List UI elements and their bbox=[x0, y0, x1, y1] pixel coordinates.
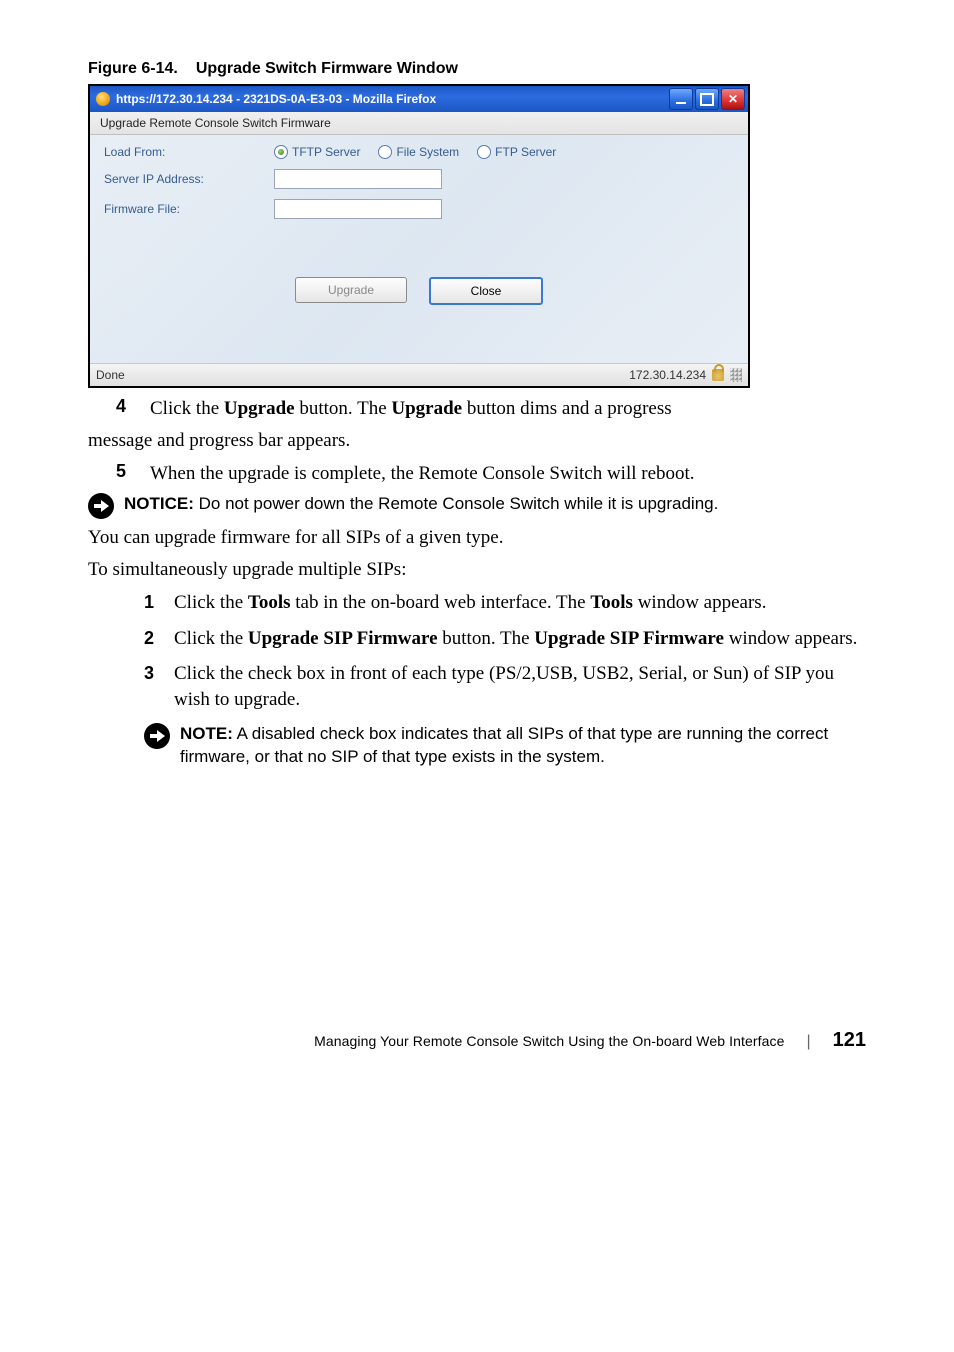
page-number: 121 bbox=[833, 1029, 866, 1052]
list-number: 3 bbox=[144, 661, 174, 712]
radio-dot-icon bbox=[274, 145, 288, 159]
figure-label: Figure 6-14. bbox=[88, 60, 178, 77]
radio-dot-icon bbox=[378, 145, 392, 159]
firefox-icon bbox=[96, 92, 110, 106]
minimize-button[interactable] bbox=[669, 88, 693, 110]
resize-grip-icon[interactable] bbox=[730, 368, 742, 382]
upgrade-button[interactable]: Upgrade bbox=[295, 277, 407, 303]
lock-icon bbox=[712, 369, 724, 381]
step-text: When the upgrade is complete, the Remote… bbox=[150, 461, 695, 487]
note-body: A disabled check box indicates that all … bbox=[180, 724, 828, 766]
maximize-button[interactable] bbox=[695, 88, 719, 110]
notice-text: NOTICE: Do not power down the Remote Con… bbox=[124, 493, 718, 516]
list-item-text: Click the check box in front of each typ… bbox=[174, 661, 866, 712]
footer-separator: | bbox=[806, 1033, 810, 1051]
radio-filesystem[interactable]: File System bbox=[378, 145, 459, 159]
firmware-file-label: Firmware File: bbox=[104, 202, 274, 216]
status-bar: Done 172.30.14.234 bbox=[90, 363, 748, 386]
footer-text: Managing Your Remote Console Switch Usin… bbox=[314, 1033, 784, 1049]
status-text: Done bbox=[96, 368, 125, 382]
load-from-label: Load From: bbox=[104, 145, 274, 159]
note-arrow-icon bbox=[144, 723, 170, 749]
close-window-button[interactable]: ✕ bbox=[721, 88, 745, 110]
notice-arrow-icon bbox=[88, 493, 114, 519]
radio-ftp-label: FTP Server bbox=[495, 145, 556, 159]
radio-dot-icon bbox=[477, 145, 491, 159]
note-text: NOTE: A disabled check box indicates tha… bbox=[180, 723, 866, 769]
step-text: Click the Upgrade button. The Upgrade bu… bbox=[150, 396, 672, 422]
window-titlebar: https://172.30.14.234 - 2321DS-0A-E3-03 … bbox=[90, 86, 748, 112]
list-number: 1 bbox=[144, 590, 174, 616]
radio-tftp-label: TFTP Server bbox=[292, 145, 360, 159]
list-item-text: Click the Upgrade SIP Firmware button. T… bbox=[174, 626, 857, 652]
status-ip: 172.30.14.234 bbox=[629, 368, 706, 382]
figure-caption: Figure 6-14. Upgrade Switch Firmware Wind… bbox=[88, 60, 866, 78]
radio-tftp[interactable]: TFTP Server bbox=[274, 145, 360, 159]
server-ip-label: Server IP Address: bbox=[104, 172, 274, 186]
step-number: 5 bbox=[116, 461, 150, 482]
dialog-subheader: Upgrade Remote Console Switch Firmware bbox=[90, 112, 748, 135]
paragraph: You can upgrade firmware for all SIPs of… bbox=[88, 525, 866, 551]
close-button[interactable]: Close bbox=[429, 277, 543, 305]
notice-body: Do not power down the Remote Console Swi… bbox=[194, 494, 718, 513]
paragraph: To simultaneously upgrade multiple SIPs: bbox=[88, 557, 866, 583]
step-number: 4 bbox=[116, 396, 150, 417]
notice-label: NOTICE: bbox=[124, 494, 194, 513]
firmware-file-input[interactable] bbox=[274, 199, 442, 219]
window-title: https://172.30.14.234 - 2321DS-0A-E3-03 … bbox=[116, 92, 669, 106]
figure-title: Upgrade Switch Firmware Window bbox=[196, 60, 458, 77]
dialog-body: Load From: TFTP Server File System FTP S… bbox=[90, 135, 748, 363]
radio-filesystem-label: File System bbox=[396, 145, 459, 159]
step-continuation: message and progress bar appears. bbox=[88, 428, 866, 454]
firmware-dialog: https://172.30.14.234 - 2321DS-0A-E3-03 … bbox=[88, 84, 750, 388]
note-label: NOTE: bbox=[180, 724, 233, 743]
list-number: 2 bbox=[144, 626, 174, 652]
page-footer: Managing Your Remote Console Switch Usin… bbox=[88, 1029, 866, 1052]
radio-ftp[interactable]: FTP Server bbox=[477, 145, 556, 159]
list-item-text: Click the Tools tab in the on-board web … bbox=[174, 590, 766, 616]
server-ip-input[interactable] bbox=[274, 169, 442, 189]
